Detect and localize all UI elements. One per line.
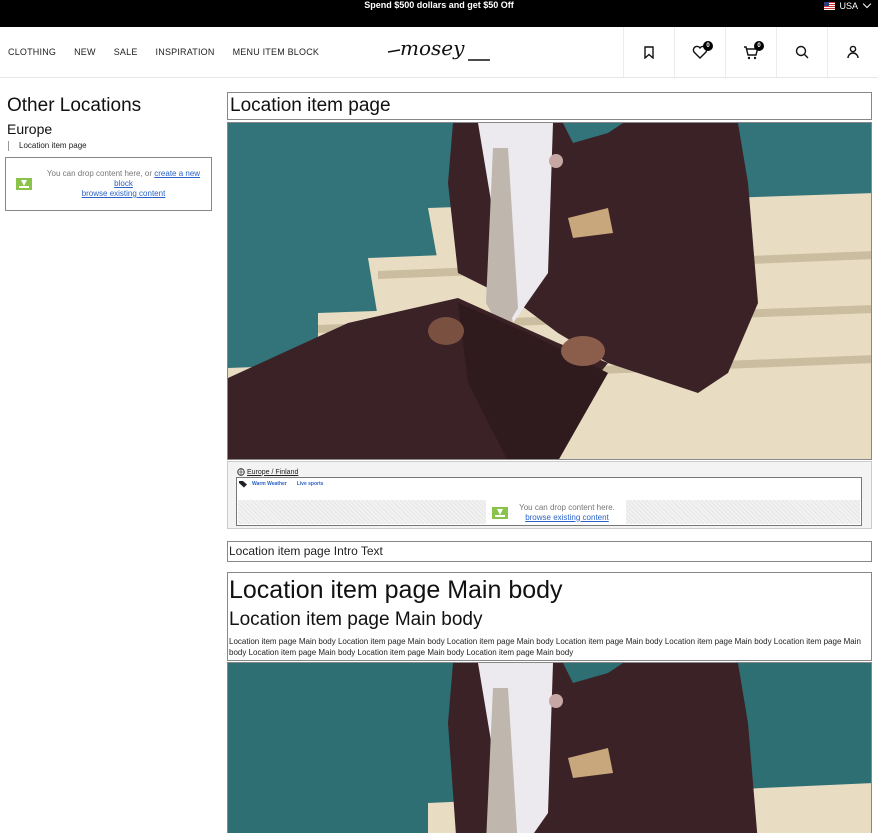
browse-content-link[interactable]: browse existing content (82, 189, 166, 198)
cart-button[interactable]: 0 (725, 27, 776, 77)
sidebar-title: Other Locations (7, 95, 142, 116)
tag-bar: Warm Weather Live sports You can drop co… (236, 477, 862, 526)
logo-text: mosey (400, 36, 465, 60)
sidebar: Other Locations Europe Location item pag… (7, 95, 212, 151)
intro-text: Location item page Intro Text (227, 541, 872, 562)
page-title: Location item page (227, 92, 872, 120)
header-icons: 0 0 (623, 27, 878, 77)
site-logo[interactable]: mosey (386, 36, 492, 66)
tag-browse-content-link[interactable]: browse existing content (525, 513, 609, 522)
search-icon (795, 45, 809, 59)
body-heading-2: Location item page Main body (229, 609, 483, 630)
tag-live-sports[interactable]: Live sports (297, 481, 324, 487)
bookmark-icon (644, 45, 654, 59)
region-label: USA (839, 0, 858, 11)
search-button[interactable] (776, 27, 827, 77)
promo-text: Spend $500 dollars and get $50 Off (364, 0, 514, 10)
account-button[interactable] (827, 27, 878, 77)
wishlist-button[interactable]: 0 (674, 27, 725, 77)
bookmark-button[interactable] (623, 27, 674, 77)
main-content: Location item page Europe / Finland Warm… (227, 92, 872, 833)
suit-man-photo (228, 123, 871, 459)
promo-bar: Spend $500 dollars and get $50 Off USA (0, 0, 878, 27)
drop-arrow-icon (492, 506, 508, 519)
hero-image (227, 122, 872, 460)
region-selector[interactable]: USA (824, 0, 872, 11)
globe-icon (237, 468, 245, 476)
meta-panel: Europe / Finland Warm Weather Live sport… (227, 461, 872, 529)
tag-dropzone-text: You can drop content here. (519, 502, 615, 512)
user-icon (847, 45, 859, 59)
tag-dropzone[interactable]: You can drop content here. browse existi… (486, 500, 626, 525)
main-body: Location item page Main body Location it… (227, 572, 872, 661)
body-paragraph: Location item page Main body Location it… (229, 637, 861, 657)
suit-man-photo (228, 663, 871, 833)
site-header: CLOTHING NEW SALE INSPIRATION MENU ITEM … (0, 27, 878, 78)
us-flag-icon (824, 1, 836, 10)
breadcrumb-link[interactable]: Europe / Finland (247, 469, 298, 476)
nav-item-clothing[interactable]: CLOTHING (8, 47, 56, 57)
nav-item-inspiration[interactable]: INSPIRATION (156, 47, 215, 57)
tag-dropzone-area: You can drop content here. browse existi… (238, 500, 860, 525)
wishlist-count-badge: 0 (703, 41, 713, 51)
cart-count-badge: 0 (754, 41, 764, 51)
nav-item-new[interactable]: NEW (74, 47, 96, 57)
location-breadcrumb: Europe / Finland (237, 468, 298, 476)
main-nav: CLOTHING NEW SALE INSPIRATION MENU ITEM … (8, 27, 319, 77)
drop-arrow-icon (16, 178, 32, 190)
sidebar-dropzone[interactable]: You can drop content here, or create a n… (5, 157, 212, 211)
nav-item-menu-item-block[interactable]: MENU ITEM BLOCK (233, 47, 320, 57)
sidebar-location-link[interactable]: Location item page (8, 141, 212, 151)
body-heading-1: Location item page Main body (229, 576, 563, 604)
sidebar-region: Europe (7, 121, 53, 137)
tag-list: Warm Weather Live sports (238, 480, 323, 488)
body-image (227, 662, 872, 833)
tags-icon (239, 481, 247, 488)
nav-item-sale[interactable]: SALE (114, 47, 138, 57)
tag-warm-weather[interactable]: Warm Weather (252, 481, 287, 487)
chevron-down-icon (862, 0, 872, 9)
dropzone-text: You can drop content here, or (46, 169, 155, 178)
